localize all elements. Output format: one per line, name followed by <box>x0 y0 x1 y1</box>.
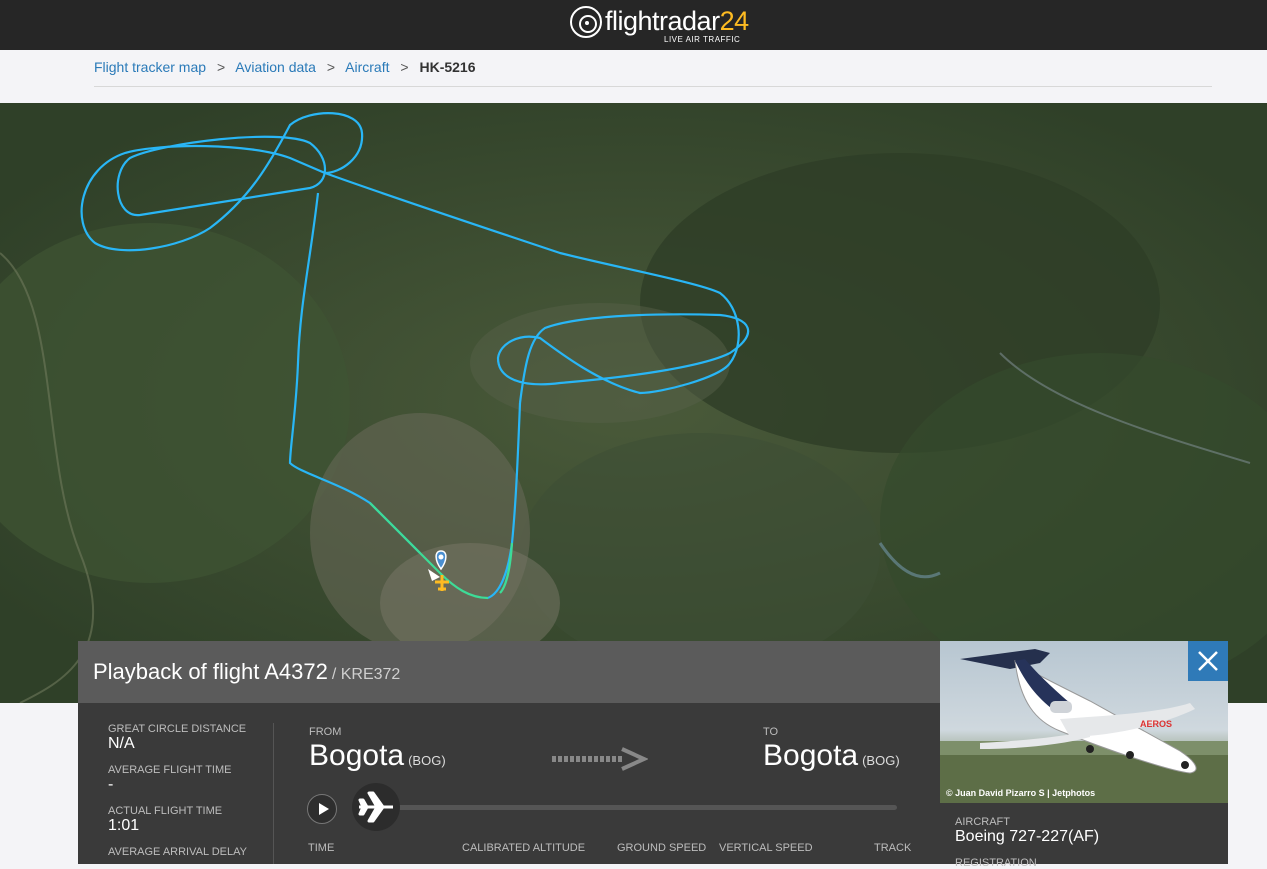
playback-timeline[interactable] <box>378 805 897 810</box>
top-bar: flightradar24 LIVE AIR TRAFFIC <box>0 0 1267 50</box>
col-time: TIME <box>308 842 335 854</box>
from-label: FROM <box>309 726 342 738</box>
playback-header: Playback of flight A4372/ KRE372 <box>78 641 940 703</box>
aircraft-photo[interactable]: AEROS © Juan David Pizarro S | Jetphotos <box>940 641 1228 803</box>
breadcrumb-flight-tracker-map[interactable]: Flight tracker map <box>94 59 206 75</box>
aircraft-image: AEROS <box>940 649 1228 803</box>
logo-text: flightradar <box>605 6 720 36</box>
radar-icon <box>570 6 602 38</box>
origin-city: Bogota <box>309 739 405 772</box>
destination[interactable]: Bogota (BOG) <box>763 739 900 773</box>
playback-title: Playback of flight A4372 <box>93 659 328 684</box>
breadcrumb: Flight tracker map > Aviation data > Air… <box>94 59 476 75</box>
stat-value: N/A <box>108 735 135 752</box>
breadcrumb-separator: > <box>400 59 409 75</box>
timeline-handle[interactable] <box>352 783 400 831</box>
flight-stats: GREAT CIRCLE DISTANCE N/A AVERAGE FLIGHT… <box>108 723 268 858</box>
close-icon <box>1198 651 1218 671</box>
photo-credit[interactable]: © Juan David Pizarro S | Jetphotos <box>946 788 1095 798</box>
col-track: TRACK <box>874 842 912 854</box>
play-button[interactable] <box>307 794 337 824</box>
col-ground-speed: GROUND SPEED <box>617 842 707 854</box>
stat-label: AVERAGE FLIGHT TIME <box>108 764 232 776</box>
breadcrumb-divider <box>94 86 1212 87</box>
origin[interactable]: Bogota (BOG) <box>309 739 446 773</box>
col-vertical-speed: VERTICAL SPEED <box>719 842 813 854</box>
stat-value: - <box>108 776 114 793</box>
logo-tagline: LIVE AIR TRAFFIC <box>664 35 741 44</box>
aircraft-model[interactable]: Boeing 727-227(AF) <box>955 828 1099 846</box>
stat-label: GREAT CIRCLE DISTANCE <box>108 723 247 735</box>
col-calibrated-altitude: CALIBRATED ALTITUDE <box>462 842 586 854</box>
stat-value: 1:01 <box>108 817 140 834</box>
stat-label: ACTUAL FLIGHT TIME <box>108 805 223 817</box>
to-label: TO <box>763 726 779 738</box>
destination-code: (BOG) <box>862 753 900 768</box>
playback-panel: GREAT CIRCLE DISTANCE N/A AVERAGE FLIGHT… <box>78 703 940 864</box>
divider <box>273 723 274 864</box>
flight-map[interactable] <box>0 103 1267 703</box>
aircraft-info: AIRCRAFT Boeing 727-227(AF) REGISTRATION <box>940 803 1228 869</box>
breadcrumb-aircraft[interactable]: Aircraft <box>345 59 389 75</box>
map-canvas <box>0 103 1267 703</box>
close-button[interactable] <box>1188 641 1228 681</box>
breadcrumb-current: HK-5216 <box>419 59 476 75</box>
registration-label: REGISTRATION <box>955 857 1037 869</box>
destination-city: Bogota <box>763 739 859 772</box>
svg-text:AEROS: AEROS <box>1140 719 1172 729</box>
route-arrow-icon <box>552 747 648 771</box>
callsign: / KRE372 <box>331 666 401 683</box>
origin-code: (BOG) <box>408 753 446 768</box>
breadcrumb-aviation-data[interactable]: Aviation data <box>235 59 316 75</box>
breadcrumb-separator: > <box>326 59 336 75</box>
flightradar24-logo[interactable]: flightradar24 LIVE AIR TRAFFIC <box>570 6 749 46</box>
logo-number: 24 <box>719 6 750 36</box>
aircraft-label: AIRCRAFT <box>955 816 1010 828</box>
stat-label: AVERAGE ARRIVAL DELAY <box>108 846 247 858</box>
breadcrumb-separator: > <box>216 59 226 75</box>
airplane-icon <box>358 791 393 823</box>
